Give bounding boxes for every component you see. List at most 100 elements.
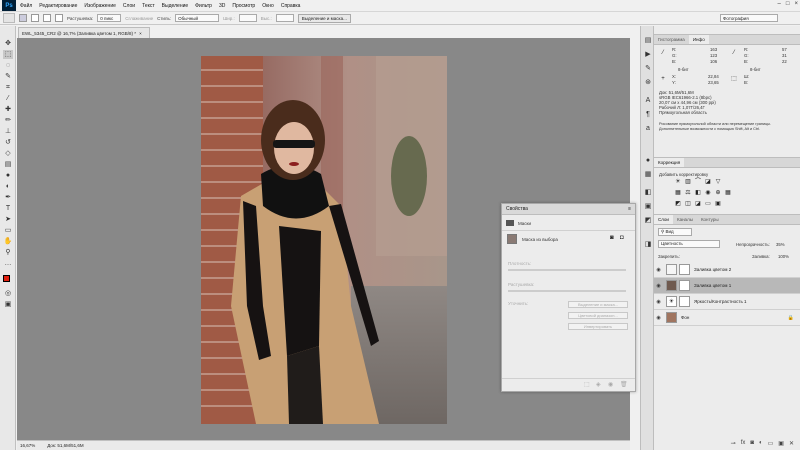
healing-tool-icon[interactable]: ✚ bbox=[3, 105, 13, 114]
adjustment-layer-icon[interactable]: ◐ bbox=[759, 440, 763, 446]
selective-color-icon[interactable]: ▣ bbox=[714, 201, 722, 208]
foreground-color-swatch[interactable] bbox=[3, 275, 10, 282]
color-balance-icon[interactable]: ⚖ bbox=[684, 190, 692, 197]
invert-button[interactable]: Инвертировать bbox=[568, 323, 628, 330]
menu-filter[interactable]: Фильтр bbox=[195, 3, 212, 9]
menu-select[interactable]: Выделение bbox=[162, 3, 189, 9]
select-and-mask-button[interactable]: Выделение и маска... bbox=[297, 13, 351, 23]
swatches-icon[interactable]: ▦ bbox=[643, 170, 653, 179]
hue-saturation-icon[interactable]: ▦ bbox=[674, 190, 682, 197]
gradient-map-icon[interactable]: ▭ bbox=[704, 201, 712, 208]
channel-mixer-icon[interactable]: ⊕ bbox=[714, 190, 722, 197]
feather-slider[interactable] bbox=[508, 290, 626, 292]
delete-mask-icon[interactable]: 🗑 bbox=[620, 381, 628, 388]
zoom-tool-icon[interactable]: ⚲ bbox=[3, 248, 13, 257]
tab-histogram[interactable]: Гистограмма bbox=[654, 35, 689, 44]
layers-panel-icon[interactable]: ◨ bbox=[643, 240, 653, 249]
photo-filter-icon[interactable]: ◉ bbox=[704, 190, 712, 197]
lasso-tool-icon[interactable]: ◌ bbox=[3, 61, 13, 70]
paragraph-icon[interactable]: ¶ bbox=[643, 110, 653, 119]
eyedropper-tool-icon[interactable]: ⁄ bbox=[3, 94, 13, 103]
path-select-tool-icon[interactable]: ➤ bbox=[3, 215, 13, 224]
fill-value[interactable]: 100% bbox=[778, 254, 789, 259]
trash-icon[interactable]: ✕ bbox=[789, 440, 794, 447]
close-document-icon[interactable]: × bbox=[139, 31, 142, 36]
styles-icon[interactable]: ◧ bbox=[643, 188, 653, 197]
exposure-icon[interactable]: ◪ bbox=[704, 179, 712, 186]
visibility-icon[interactable]: ◉ bbox=[608, 381, 613, 388]
stamp-tool-icon[interactable]: ⊥ bbox=[3, 127, 13, 136]
pen-tool-icon[interactable]: ✒ bbox=[3, 193, 13, 202]
height-input[interactable] bbox=[275, 14, 294, 22]
maximize-icon[interactable]: □ bbox=[786, 1, 790, 7]
character-icon[interactable]: A bbox=[643, 96, 653, 105]
vector-mask-icon[interactable]: ◘ bbox=[620, 235, 624, 241]
menu-edit[interactable]: Редактирование bbox=[39, 3, 77, 9]
quick-mask-icon[interactable]: ◎ bbox=[3, 289, 13, 298]
layer-kind-filter[interactable]: ⚲ Вид bbox=[658, 228, 692, 236]
actions-icon[interactable]: ▶ bbox=[643, 50, 653, 59]
menu-3d[interactable]: 3D bbox=[219, 3, 225, 9]
blur-tool-icon[interactable]: ● bbox=[3, 171, 13, 180]
opacity-value[interactable]: 35% bbox=[776, 242, 785, 247]
menu-image[interactable]: Изображение bbox=[84, 3, 116, 9]
document-tab[interactable]: EWL_5345_CR2 @ 16,7% (Заливка цветом 1, … bbox=[18, 27, 150, 38]
history-icon[interactable]: ▤ bbox=[643, 36, 653, 45]
new-selection-icon[interactable] bbox=[19, 14, 27, 22]
subtract-selection-icon[interactable] bbox=[43, 14, 51, 22]
apply-mask-icon[interactable]: ◈ bbox=[596, 381, 601, 388]
add-selection-icon[interactable] bbox=[31, 14, 39, 22]
feather-input[interactable]: 0 пикс bbox=[97, 14, 122, 22]
paths-icon[interactable]: ◩ bbox=[643, 216, 653, 225]
clone-source-icon[interactable]: ⊛ bbox=[643, 78, 653, 87]
black-white-icon[interactable]: ◧ bbox=[694, 190, 702, 197]
eraser-tool-icon[interactable]: ◇ bbox=[3, 149, 13, 158]
properties-header[interactable]: Свойства ≡ bbox=[502, 204, 635, 215]
invert-adj-icon[interactable]: ◩ bbox=[674, 201, 682, 208]
layer-mask-thumbnail[interactable] bbox=[679, 280, 690, 291]
tool-preset-picker[interactable] bbox=[3, 13, 15, 23]
new-layer-icon[interactable]: ▣ bbox=[778, 440, 784, 447]
zoom-level[interactable]: 16,67% bbox=[20, 443, 35, 448]
posterize-icon[interactable]: ◫ bbox=[684, 201, 692, 208]
brightness-contrast-icon[interactable]: ☀ bbox=[674, 179, 682, 186]
libraries-icon[interactable]: ▣ bbox=[643, 202, 653, 211]
width-input[interactable] bbox=[238, 14, 257, 22]
antialias-checkbox[interactable]: Сглаживание bbox=[125, 16, 153, 21]
visibility-eye-icon[interactable]: ◉ bbox=[654, 315, 663, 321]
density-slider[interactable] bbox=[508, 269, 626, 271]
layer-row[interactable]: ◉ Фон 🔒 bbox=[654, 310, 800, 326]
color-range-button[interactable]: Цветовой диапазон... bbox=[568, 312, 628, 319]
add-mask-icon[interactable]: ◙ bbox=[750, 440, 754, 446]
pixel-mask-icon[interactable]: ◙ bbox=[610, 235, 614, 241]
layer-mask-thumbnail[interactable] bbox=[679, 264, 690, 275]
menu-type[interactable]: Текст bbox=[142, 3, 155, 9]
visibility-eye-icon[interactable]: ◉ bbox=[654, 267, 663, 273]
shape-tool-icon[interactable]: ▭ bbox=[3, 226, 13, 235]
type-tool-icon[interactable]: T bbox=[3, 204, 13, 213]
tab-corrections[interactable]: Коррекция bbox=[654, 158, 685, 167]
brush-tool-icon[interactable]: ✏ bbox=[3, 116, 13, 125]
dodge-tool-icon[interactable]: ◐ bbox=[3, 182, 13, 191]
blend-mode-select[interactable]: Цветность bbox=[658, 240, 720, 248]
history-brush-icon[interactable]: ↺ bbox=[3, 138, 13, 147]
levels-icon[interactable]: ▥ bbox=[684, 179, 692, 186]
gradient-tool-icon[interactable]: ▤ bbox=[3, 160, 13, 169]
hand-tool-icon[interactable]: ✋ bbox=[3, 237, 13, 246]
menu-file[interactable]: Файл bbox=[20, 3, 32, 9]
threshold-icon[interactable]: ◪ bbox=[694, 201, 702, 208]
layer-row[interactable]: ◉ ☀ Яркость/Контрастность 1 bbox=[654, 294, 800, 310]
intersect-selection-icon[interactable] bbox=[55, 14, 63, 22]
color-panel-icon[interactable]: ● bbox=[643, 156, 653, 165]
layer-row[interactable]: ◉ Заливка цветом 2 bbox=[654, 262, 800, 278]
glyphs-icon[interactable]: a bbox=[643, 124, 653, 133]
more-tools-icon[interactable]: … bbox=[3, 259, 13, 268]
tab-paths[interactable]: Контуры bbox=[697, 215, 723, 224]
workspace-select[interactable]: Фотография bbox=[720, 14, 778, 22]
color-lookup-icon[interactable]: ▦ bbox=[724, 190, 732, 197]
tab-layers[interactable]: Слои bbox=[654, 215, 673, 224]
folder-icon[interactable]: ▭ bbox=[768, 440, 774, 447]
load-selection-icon[interactable]: ⬚ bbox=[584, 381, 590, 388]
minimize-icon[interactable]: – bbox=[778, 1, 781, 7]
menu-layers[interactable]: Слои bbox=[123, 3, 135, 9]
